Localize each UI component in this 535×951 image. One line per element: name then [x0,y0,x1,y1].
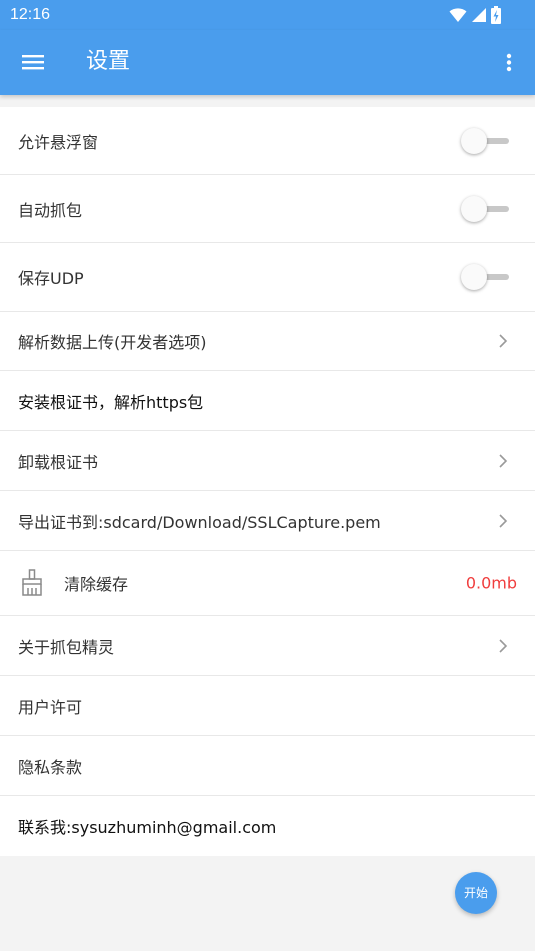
setting-label: 隐私条款 [18,757,83,777]
battery-charging-icon [491,6,501,24]
setting-install-root-cert[interactable]: 安装根证书，解析https包 [0,371,535,431]
settings-list: 允许悬浮窗 自动抓包 保存UDP 解析数据上传(开发者选项) 安装根证书，解析h… [0,107,535,856]
setting-contact[interactable]: 联系我:sysuzhuminh@gmail.com [0,796,535,856]
status-time: 12:16 [10,6,51,23]
setting-export-cert[interactable]: 导出证书到:sdcard/Download/SSLCapture.pem [0,491,535,551]
setting-save-udp[interactable]: 保存UDP [0,243,535,312]
wifi-icon [449,8,467,22]
save-udp-switch[interactable] [461,264,511,290]
setting-clear-cache[interactable]: 清除缓存 0.0mb [0,551,535,616]
more-options-button[interactable] [499,48,519,76]
hamburger-menu-icon [22,55,44,70]
setting-auto-capture[interactable]: 自动抓包 [0,175,535,243]
setting-user-license[interactable]: 用户许可 [0,676,535,736]
status-bar: 12:16 [0,0,535,30]
chevron-right-icon [499,334,508,348]
start-fab-button[interactable]: 开始 [455,872,497,914]
setting-label: 安装根证书，解析https包 [18,392,204,412]
chevron-right-icon [499,453,508,468]
more-vert-icon [506,53,512,72]
setting-label: 允许悬浮窗 [18,132,99,152]
switch-thumb [461,195,487,222]
app-bar: 设置 [0,30,535,95]
broom-icon [22,569,42,596]
switch-thumb [461,127,487,154]
setting-label: 关于抓包精灵 [18,637,115,657]
setting-label: 自动抓包 [18,200,83,220]
setting-upload-parsed-data[interactable]: 解析数据上传(开发者选项) [0,312,535,371]
floating-window-switch[interactable] [461,127,511,154]
setting-allow-floating-window[interactable]: 允许悬浮窗 [0,107,535,175]
setting-label: 解析数据上传(开发者选项) [18,333,207,352]
switch-thumb [461,264,487,290]
chevron-right-icon [499,638,508,653]
setting-uninstall-root-cert[interactable]: 卸载根证书 [0,431,535,491]
setting-label: 联系我:sysuzhuminh@gmail.com [18,818,277,837]
signal-icon [472,8,486,22]
setting-label: 卸载根证书 [18,452,99,472]
setting-about[interactable]: 关于抓包精灵 [0,616,535,676]
status-icons [449,6,501,24]
setting-label: 清除缓存 [64,575,129,594]
cache-size-value: 0.0mb [465,573,517,593]
setting-privacy-policy[interactable]: 隐私条款 [0,736,535,796]
page-title: 设置 [86,49,131,74]
chevron-right-icon [499,513,508,528]
menu-button[interactable] [16,48,50,76]
setting-label: 用户许可 [18,697,83,717]
auto-capture-switch[interactable] [461,195,511,222]
setting-label: 保存UDP [18,269,84,288]
setting-label: 导出证书到:sdcard/Download/SSLCapture.pem [18,512,381,532]
